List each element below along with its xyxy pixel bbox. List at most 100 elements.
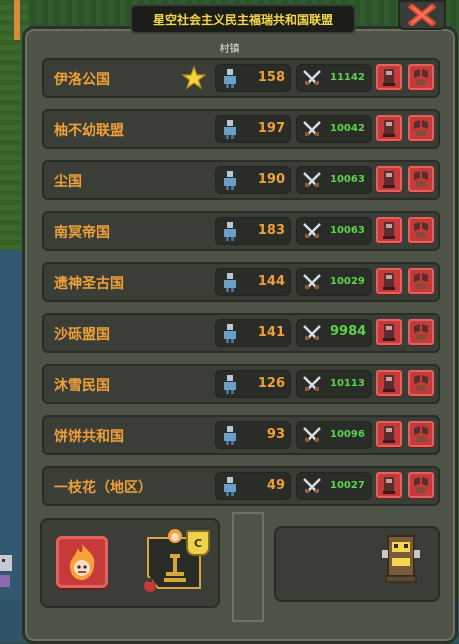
war-button[interactable]: [408, 115, 434, 141]
window-title: 星空社会主义民主福瑞共和国联盟: [130, 4, 356, 34]
section-label: 村镇: [219, 44, 240, 55]
power-counter: 10113: [296, 370, 372, 398]
kingdom-row[interactable]: 尘国 190 10063: [42, 160, 440, 200]
crossed-swords-icon: [303, 274, 321, 289]
war-button[interactable]: [408, 319, 434, 345]
war-button[interactable]: [408, 268, 434, 294]
crossed-swords-icon: [303, 478, 321, 493]
power-counter: 9984: [296, 319, 372, 347]
war-declaration-icon: [414, 324, 428, 340]
inspect-unit-icon: [383, 222, 395, 239]
inspect-button[interactable]: [376, 268, 402, 294]
kingdom-row[interactable]: 伊洛公国 158 11142: [42, 58, 440, 98]
power-value: 10063: [330, 174, 365, 185]
population-value: 141: [257, 325, 285, 340]
crest-badge-icon: C: [186, 530, 210, 556]
kingdom-row[interactable]: 柚不幼联盟 197 10042: [42, 109, 440, 149]
power-counter: 10063: [296, 166, 372, 194]
crossed-swords-icon: [303, 325, 321, 340]
population-counter: 197: [215, 115, 291, 143]
inspect-button[interactable]: [376, 115, 402, 141]
king-portrait-button[interactable]: C: [142, 528, 210, 594]
population-value: 93: [266, 427, 285, 442]
power-counter: 10029: [296, 268, 372, 296]
population-value: 190: [257, 172, 285, 187]
inspect-button[interactable]: [376, 64, 402, 90]
war-button[interactable]: [408, 217, 434, 243]
war-declaration-icon: [414, 69, 428, 85]
war-declaration-icon: [414, 273, 428, 289]
panel-divider: [232, 512, 264, 622]
war-declaration-icon: [414, 120, 428, 136]
war-button[interactable]: [408, 421, 434, 447]
war-declaration-icon: [414, 171, 428, 187]
citizen-icon: [224, 120, 236, 139]
map-creature-icon: [0, 545, 18, 595]
kingdom-row[interactable]: 沐雪民国 126 10113: [42, 364, 440, 404]
flame-emblem-button[interactable]: [56, 536, 108, 588]
war-button[interactable]: [408, 370, 434, 396]
inspect-button[interactable]: [376, 370, 402, 396]
inspect-unit-icon: [383, 120, 395, 137]
population-counter: 183: [215, 217, 291, 245]
war-declaration-icon: [414, 426, 428, 442]
power-counter: 11142: [296, 64, 372, 92]
kingdom-name[interactable]: 沐雪民国: [54, 375, 110, 395]
inspect-unit-icon: [383, 324, 395, 341]
kingdom-name[interactable]: 柚不幼联盟: [54, 120, 124, 140]
power-counter: 10042: [296, 115, 372, 143]
war-button[interactable]: [408, 166, 434, 192]
war-button[interactable]: [408, 64, 434, 90]
inspect-unit-icon: [383, 273, 395, 290]
citizen-icon: [224, 69, 236, 88]
inspect-unit-icon: [383, 477, 395, 494]
inspect-button[interactable]: [376, 217, 402, 243]
close-button[interactable]: [398, 0, 446, 30]
inspect-button[interactable]: [376, 421, 402, 447]
citizen-icon: [224, 273, 236, 292]
kingdom-row[interactable]: 一枝花（地区） 49 10027: [42, 466, 440, 506]
kingdom-name[interactable]: 一枝花（地区）: [54, 477, 152, 497]
kingdom-row[interactable]: 沙砾盟国 141 9984: [42, 313, 440, 353]
citizen-icon: [224, 477, 236, 496]
totem-tower-icon: [382, 535, 420, 583]
population-counter: 93: [215, 421, 291, 449]
star-icon[interactable]: [182, 66, 206, 90]
power-value: 10096: [330, 429, 365, 440]
population-counter: 190: [215, 166, 291, 194]
kingdom-name[interactable]: 南冥帝国: [54, 222, 110, 242]
crossed-swords-icon: [303, 223, 321, 238]
power-value: 10029: [330, 276, 365, 287]
kingdom-row[interactable]: 南冥帝国 183 10063: [42, 211, 440, 251]
kingdom-name[interactable]: 伊洛公国: [54, 69, 110, 89]
citizen-icon: [224, 222, 236, 241]
population-value: 183: [257, 223, 285, 238]
population-counter: 126: [215, 370, 291, 398]
kingdom-name[interactable]: 饼饼共和国: [54, 426, 124, 446]
flame-emblem-icon: [70, 544, 95, 580]
inspect-button[interactable]: [376, 166, 402, 192]
population-value: 49: [266, 478, 285, 493]
power-value: 10027: [330, 480, 365, 491]
power-value: 10042: [330, 123, 365, 134]
inspect-button[interactable]: [376, 472, 402, 498]
inspect-button[interactable]: [376, 319, 402, 345]
war-declaration-icon: [414, 222, 428, 238]
population-value: 126: [257, 376, 285, 391]
population-counter: 144: [215, 268, 291, 296]
close-icon: [407, 4, 437, 26]
crossed-swords-icon: [303, 427, 321, 442]
kingdom-row[interactable]: 遗神圣古国 144 10029: [42, 262, 440, 302]
kingdom-name[interactable]: 尘国: [54, 171, 82, 191]
kingdom-row[interactable]: 饼饼共和国 93 10096: [42, 415, 440, 455]
war-button[interactable]: [408, 472, 434, 498]
kingdom-name[interactable]: 遗神圣古国: [54, 273, 124, 293]
power-counter: 10096: [296, 421, 372, 449]
power-value: 9984: [330, 324, 367, 339]
inspect-unit-icon: [383, 426, 395, 443]
power-counter: 10027: [296, 472, 372, 500]
totem-tower-button[interactable]: [382, 532, 420, 586]
kingdom-name[interactable]: 沙砾盟国: [54, 324, 110, 344]
population-counter: 49: [215, 472, 291, 500]
crossed-swords-icon: [303, 172, 321, 187]
